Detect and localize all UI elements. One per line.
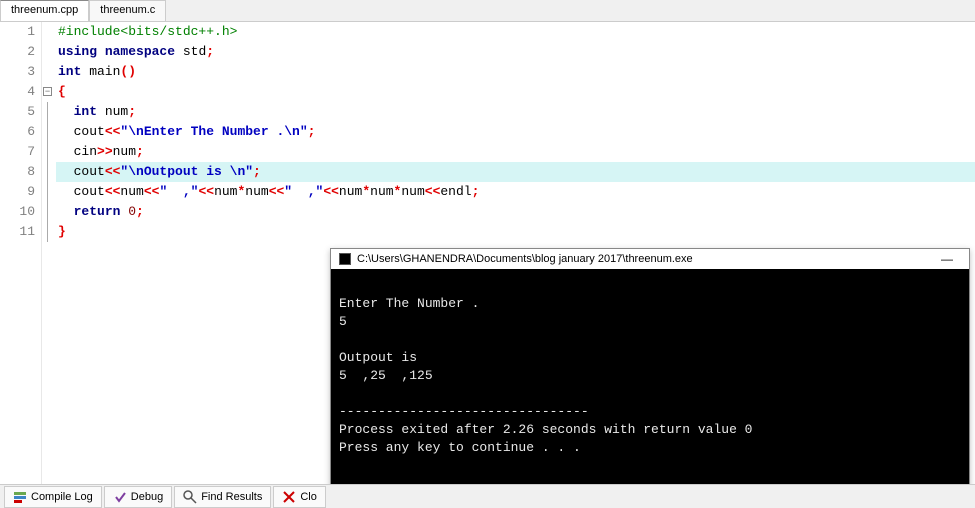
code-line[interactable]: cout<<"\nEnter The Number .\n"; [56,122,975,142]
find-results-tab[interactable]: Find Results [174,486,271,508]
line-number: 8 [0,162,35,182]
line-number: 1 [0,22,35,42]
close-tab[interactable]: Clo [273,486,326,508]
compile-log-label: Compile Log [31,491,93,503]
debug-tab[interactable]: Debug [104,486,172,508]
line-number: 3 [0,62,35,82]
code-line[interactable]: cin>>num; [56,142,975,162]
console-title-text: C:\Users\GHANENDRA\Documents\blog januar… [357,253,693,265]
close-label: Clo [300,491,317,503]
code-line[interactable]: using namespace std; [56,42,975,62]
tab-threenum-c[interactable]: threenum.c [89,0,166,21]
code-line[interactable]: return 0; [56,202,975,222]
console-window[interactable]: C:\Users\GHANENDRA\Documents\blog januar… [330,248,970,504]
code-line[interactable]: cout<<"\nOutpout is \n"; [56,162,975,182]
compile-log-tab[interactable]: Compile Log [4,486,102,508]
line-number: 7 [0,142,35,162]
line-number: 2 [0,42,35,62]
find-results-label: Find Results [201,491,262,503]
minimize-button[interactable]: — [933,252,961,266]
code-line[interactable]: #include<bits/stdc++.h> [56,22,975,42]
console-app-icon [339,253,351,265]
line-number: 11 [0,222,35,242]
line-number: 5 [0,102,35,122]
editor-tabs: threenum.cpp threenum.c [0,0,975,22]
debug-icon [113,490,127,504]
line-number: 10 [0,202,35,222]
bottom-panel-tabs: Compile Log Debug Find Results Clo [0,484,975,508]
line-number: 9 [0,182,35,202]
compile-log-icon [13,490,27,504]
find-results-icon [183,490,197,504]
line-number-gutter: 1234567891011 [0,22,42,484]
code-line[interactable]: cout<<num<<" ,"<<num*num<<" ,"<<num*num*… [56,182,975,202]
close-icon [282,490,296,504]
line-number: 6 [0,122,35,142]
debug-label: Debug [131,491,163,503]
code-line[interactable]: } [56,222,975,242]
line-number: 4 [0,82,35,102]
code-line[interactable]: int num; [56,102,975,122]
code-line[interactable]: { [56,82,975,102]
fold-column: − [42,22,56,484]
fold-toggle-icon[interactable]: − [43,87,52,96]
console-titlebar[interactable]: C:\Users\GHANENDRA\Documents\blog januar… [331,249,969,269]
code-line[interactable]: int main() [56,62,975,82]
tab-threenum-cpp[interactable]: threenum.cpp [0,0,89,21]
console-output: Enter The Number . 5 Outpout is 5 ,25 ,1… [331,269,969,465]
